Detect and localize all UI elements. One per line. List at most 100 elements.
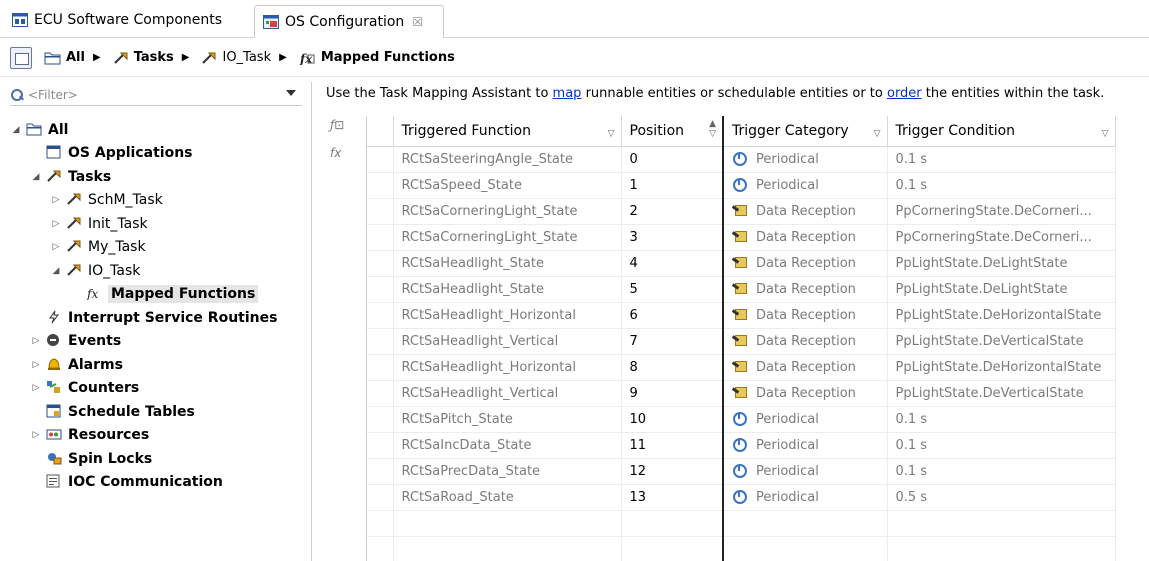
tree-item-mapped-functions[interactable]: fx Mapped Functions — [10, 283, 310, 307]
table-row[interactable]: RCtSaHeadlight_State 4 Data Reception PpLig… — [367, 250, 1116, 277]
trigger-condition-cell[interactable]: 0.5 s — [887, 484, 1116, 511]
row-header-cell[interactable] — [367, 250, 394, 277]
tree-item-resources[interactable]: ▷ Resources — [10, 424, 310, 448]
breadcrumb-item-mapped-functions[interactable]: fx Mapped Functions — [299, 50, 455, 65]
tree-item-schm-task[interactable]: ▷ SchM_Task — [10, 189, 310, 213]
table-row[interactable]: RCtSaHeadlight_Horizontal 6 Data Reception… — [367, 302, 1116, 329]
trigger-category-cell[interactable]: Periodical — [723, 406, 888, 433]
triggered-function-cell[interactable]: RCtSaHeadlight_Horizontal — [393, 354, 622, 381]
trigger-condition-cell[interactable]: 0.1 s — [887, 146, 1116, 173]
trigger-condition-cell[interactable]: 0.1 s — [887, 406, 1116, 433]
table-row[interactable]: RCtSaCorneringLight_State 2 Data Reception… — [367, 198, 1116, 225]
column-filter-icon[interactable]: ▽ — [874, 129, 881, 139]
tab-ecu-software-components[interactable]: ECU Software Components — [4, 6, 252, 34]
tree-item-spin-locks[interactable]: Spin Locks — [10, 447, 310, 471]
filter-field[interactable]: <Filter> — [10, 84, 302, 106]
tree-item-schedule-tables[interactable]: Schedule Tables — [10, 400, 310, 424]
collapsed-twisty-icon[interactable]: ▷ — [30, 383, 42, 393]
triggered-function-cell[interactable]: RCtSaSteeringAngle_State — [393, 146, 622, 173]
position-cell[interactable]: 11 — [621, 432, 724, 459]
tree-item-ioc-communication[interactable]: IOC Communication — [10, 471, 310, 495]
trigger-condition-cell[interactable]: PpCorneringState.DeCorneri... — [887, 224, 1116, 251]
tree-item-io-task[interactable]: ◢ IO_Task — [10, 259, 310, 283]
position-cell[interactable]: 4 — [621, 250, 724, 277]
column-header-trigger-category[interactable]: Trigger Category ▽ — [723, 116, 888, 147]
position-cell[interactable]: 10 — [621, 406, 724, 433]
tree-item-events[interactable]: ▷ Events — [10, 330, 310, 354]
column-header-position[interactable]: Position ▲ ▽ — [621, 116, 724, 147]
tree-item-alarms[interactable]: ▷ Alarms — [10, 353, 310, 377]
triggered-function-cell[interactable]: RCtSaHeadlight_Horizontal — [393, 302, 622, 329]
tree-item-all[interactable]: ◢ All — [10, 118, 310, 142]
row-header-cell[interactable] — [367, 458, 394, 485]
triggered-function-cell[interactable]: RCtSaPrecData_State — [393, 458, 622, 485]
collapsed-twisty-icon[interactable]: ▷ — [50, 242, 62, 252]
triggered-function-cell[interactable]: RCtSaIncData_State — [393, 432, 622, 459]
trigger-condition-cell[interactable]: 0.1 s — [887, 432, 1116, 459]
trigger-category-cell[interactable]: Data Reception — [723, 328, 888, 355]
triggered-function-cell[interactable]: RCtSaHeadlight_Vertical — [393, 380, 622, 407]
row-header-cell[interactable] — [367, 484, 394, 511]
row-header-cell[interactable] — [367, 380, 394, 407]
breadcrumb-item-all[interactable]: All ▶ — [44, 50, 109, 65]
table-row[interactable]: RCtSaHeadlight_Vertical 9 Data Reception Pp… — [367, 380, 1116, 407]
row-header-cell[interactable] — [367, 302, 394, 329]
trigger-category-cell[interactable]: Data Reception — [723, 224, 888, 251]
trigger-category-cell[interactable]: Data Reception — [723, 380, 888, 407]
table-row[interactable]: RCtSaRoad_State 13 Periodical 0.5 s — [367, 484, 1116, 511]
breadcrumb-item-tasks[interactable]: Tasks ▶ — [113, 50, 198, 65]
row-header-cell[interactable] — [367, 198, 394, 225]
row-header-cell[interactable] — [367, 146, 394, 173]
table-row[interactable]: RCtSaCorneringLight_State 3 Data Reception… — [367, 224, 1116, 251]
position-cell[interactable]: 9 — [621, 380, 724, 407]
position-cell[interactable]: 7 — [621, 328, 724, 355]
triggered-function-cell[interactable]: RCtSaPitch_State — [393, 406, 622, 433]
trigger-category-cell[interactable]: Data Reception — [723, 302, 888, 329]
trigger-category-cell[interactable]: Periodical — [723, 458, 888, 485]
row-header-cell[interactable] — [367, 224, 394, 251]
triggered-function-cell[interactable]: RCtSaHeadlight_Vertical — [393, 328, 622, 355]
tree-item-interrupt-service-routines[interactable]: Interrupt Service Routines — [10, 306, 310, 330]
close-icon[interactable]: ☒ — [412, 15, 423, 29]
collapsed-twisty-icon[interactable]: ▷ — [30, 430, 42, 440]
row-header-cell[interactable] — [367, 276, 394, 303]
trigger-category-cell[interactable]: Data Reception — [723, 198, 888, 225]
trigger-category-cell[interactable]: Data Reception — [723, 250, 888, 277]
trigger-category-cell[interactable]: Data Reception — [723, 276, 888, 303]
triggered-function-cell[interactable]: RCtSaHeadlight_State — [393, 276, 622, 303]
position-cell[interactable]: 3 — [621, 224, 724, 251]
trigger-condition-cell[interactable]: PpLightState.DeHorizontalState — [887, 354, 1116, 381]
function-fx-icon[interactable]: fx — [330, 146, 350, 174]
table-row[interactable]: RCtSaPrecData_State 12 Periodical 0.1 s — [367, 458, 1116, 485]
trigger-condition-cell[interactable]: PpCorneringState.DeCorneri... — [887, 198, 1116, 225]
column-header-triggered-function[interactable]: Triggered Function ▽ — [393, 116, 622, 147]
trigger-condition-cell[interactable]: PpLightState.DeLightState — [887, 276, 1116, 303]
trigger-category-cell[interactable]: Periodical — [723, 172, 888, 199]
collapsed-twisty-icon[interactable]: ▷ — [50, 195, 62, 205]
tree-item-counters[interactable]: ▷ Counters — [10, 377, 310, 401]
trigger-condition-cell[interactable]: PpLightState.DeVerticalState — [887, 380, 1116, 407]
table-row[interactable]: RCtSaHeadlight_State 5 Data Reception PpLig… — [367, 276, 1116, 303]
order-link[interactable]: order — [887, 86, 922, 101]
table-row[interactable]: RCtSaHeadlight_Horizontal 8 Data Reception… — [367, 354, 1116, 381]
triggered-function-cell[interactable]: RCtSaSpeed_State — [393, 172, 622, 199]
position-cell[interactable]: 13 — [621, 484, 724, 511]
position-cell[interactable]: 8 — [621, 354, 724, 381]
breadcrumb-item-io-task[interactable]: IO_Task ▶ — [201, 50, 294, 65]
table-row[interactable]: RCtSaSpeed_State 1 Periodical 0.1 s — [367, 172, 1116, 199]
trigger-condition-cell[interactable]: PpLightState.DeLightState — [887, 250, 1116, 277]
view-toggle-icon[interactable] — [10, 46, 32, 69]
tree-item-my-task[interactable]: ▷ My_Task — [10, 236, 310, 260]
table-row[interactable]: RCtSaHeadlight_Vertical 7 Data Reception Pp… — [367, 328, 1116, 355]
triggered-function-cell[interactable]: RCtSaCorneringLight_State — [393, 224, 622, 251]
table-row[interactable]: RCtSaIncData_State 11 Periodical 0.1 s — [367, 432, 1116, 459]
map-link[interactable]: map — [553, 86, 582, 101]
mapping-assistant-icon[interactable]: ƒ⊡ — [330, 118, 350, 146]
trigger-condition-cell[interactable]: 0.1 s — [887, 458, 1116, 485]
table-row[interactable]: RCtSaSteeringAngle_State 0 Periodical 0.1 s — [367, 146, 1116, 173]
collapsed-twisty-icon[interactable]: ▷ — [50, 219, 62, 229]
expanded-twisty-icon[interactable]: ◢ — [30, 172, 42, 182]
triggered-function-cell[interactable]: RCtSaCorneringLight_State — [393, 198, 622, 225]
expanded-twisty-icon[interactable]: ◢ — [10, 125, 22, 135]
sort-icon[interactable]: ▲ ▽ — [709, 119, 716, 139]
